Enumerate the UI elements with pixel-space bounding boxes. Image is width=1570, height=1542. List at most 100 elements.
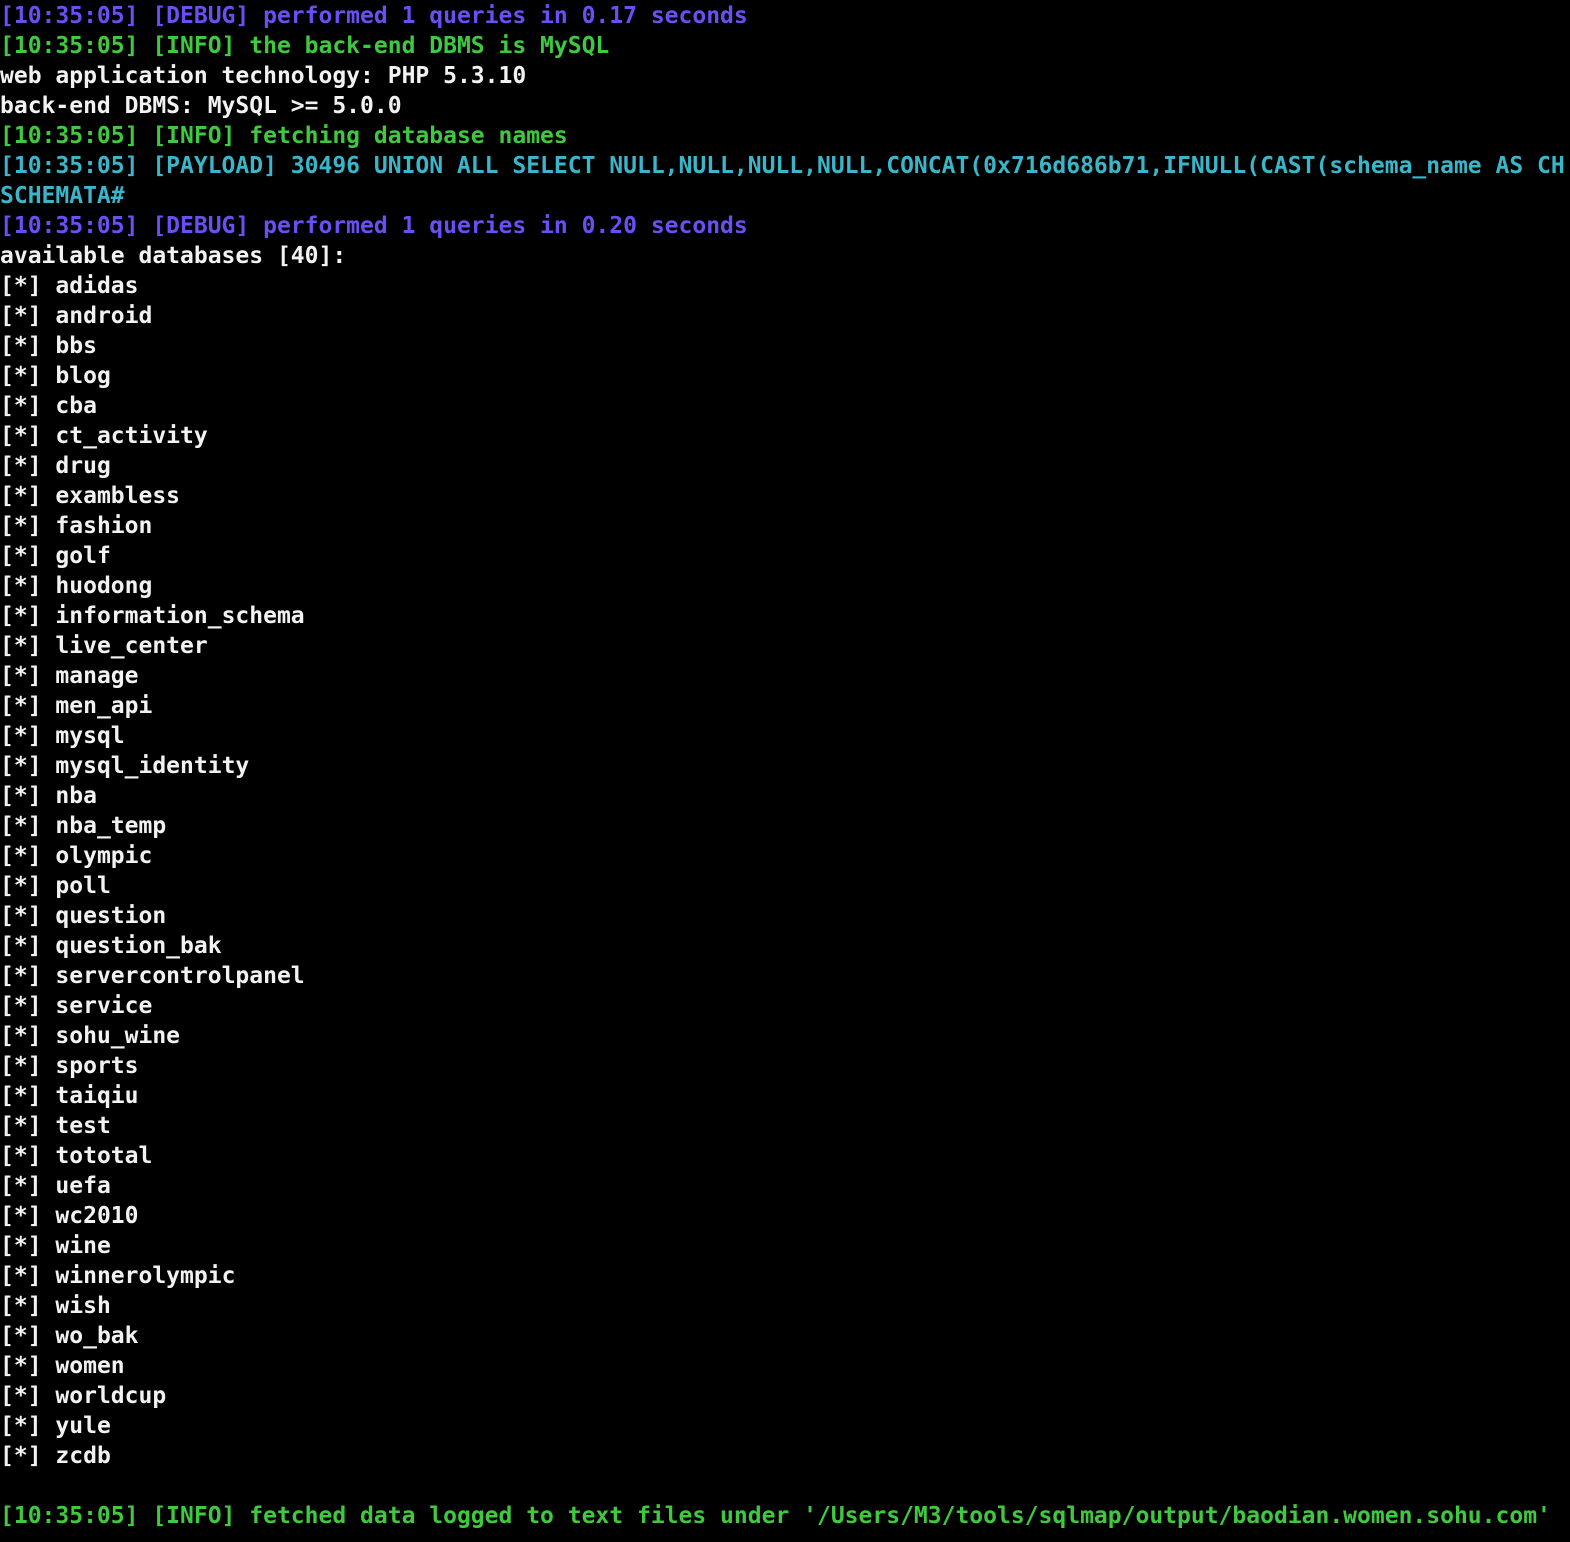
database-name: android	[55, 303, 153, 329]
bullet-marker: [*]	[0, 483, 42, 509]
database-name: nba	[55, 783, 97, 809]
database-name: uefa	[55, 1173, 111, 1199]
database-list-item: [*] question_bak	[0, 931, 1570, 961]
bullet-marker: [*]	[0, 1293, 42, 1319]
bullet-marker: [*]	[0, 813, 42, 839]
database-name: mysql	[55, 723, 125, 749]
database-name: exambless	[55, 483, 181, 509]
database-list-item: [*] olympic	[0, 841, 1570, 871]
database-name: service	[55, 993, 153, 1019]
database-list-item: [*] live_center	[0, 631, 1570, 661]
bullet-marker: [*]	[0, 1173, 42, 1199]
database-name: wo_bak	[55, 1323, 139, 1349]
database-name: sohu_wine	[55, 1023, 181, 1049]
database-list-item: [*] ct_activity	[0, 421, 1570, 451]
database-name: servercontrolpanel	[55, 963, 305, 989]
bullet-marker: [*]	[0, 633, 42, 659]
bullet-marker: [*]	[0, 963, 42, 989]
database-name: live_center	[55, 633, 208, 659]
database-name: adidas	[55, 273, 139, 299]
database-list-item: [*] android	[0, 301, 1570, 331]
log-lines-before: [10:35:05] [DEBUG] performed 1 queries i…	[0, 1, 1570, 271]
log-line-payload: SCHEMATA#	[0, 183, 125, 209]
database-list-item: [*] wc2010	[0, 1201, 1570, 1231]
terminal-output[interactable]: [10:35:05] [DEBUG] performed 1 queries i…	[0, 0, 1570, 1542]
database-list-item: [*] wine	[0, 1231, 1570, 1261]
bullet-marker: [*]	[0, 993, 42, 1019]
log-line-debug: [10:35:05] [DEBUG] performed 1 queries i…	[0, 3, 748, 29]
database-list-item: [*] manage	[0, 661, 1570, 691]
bullet-marker: [*]	[0, 1023, 42, 1049]
database-list-item: [*] sports	[0, 1051, 1570, 1081]
database-list-item: [*] exambless	[0, 481, 1570, 511]
bullet-marker: [*]	[0, 663, 42, 689]
database-name: nba_temp	[55, 813, 167, 839]
database-list-item: [*] mysql	[0, 721, 1570, 751]
database-name: worldcup	[55, 1383, 167, 1409]
database-list-item: [*] cba	[0, 391, 1570, 421]
bullet-marker: [*]	[0, 543, 42, 569]
database-list-item: [*] fashion	[0, 511, 1570, 541]
log-lines-after: [10:35:05] [INFO] fetched data logged to…	[0, 1501, 1570, 1531]
database-name: sports	[55, 1053, 139, 1079]
database-name: bbs	[55, 333, 97, 359]
database-list-item: [*] servercontrolpanel	[0, 961, 1570, 991]
database-list-item: [*] sohu_wine	[0, 1021, 1570, 1051]
database-name: zcdb	[55, 1443, 111, 1469]
database-list-item: [*] zcdb	[0, 1441, 1570, 1471]
database-list-item: [*] huodong	[0, 571, 1570, 601]
database-name: wish	[55, 1293, 111, 1319]
database-name: men_api	[55, 693, 153, 719]
database-list: [*] adidas [*] android [*] bbs [*] blog [*] …	[0, 271, 1570, 1471]
database-list-item: [*] question	[0, 901, 1570, 931]
database-list-item: [*] drug	[0, 451, 1570, 481]
database-list-item: [*] information_schema	[0, 601, 1570, 631]
database-list-item: [*] poll	[0, 871, 1570, 901]
database-name: wc2010	[55, 1203, 139, 1229]
log-line-info: [10:35:05] [INFO] fetching database name…	[0, 123, 568, 149]
database-list-item: [*] bbs	[0, 331, 1570, 361]
database-list-item: [*] uefa	[0, 1171, 1570, 1201]
database-list-item: [*] nba	[0, 781, 1570, 811]
bullet-marker: [*]	[0, 423, 42, 449]
database-list-item: [*] blog	[0, 361, 1570, 391]
bullet-marker: [*]	[0, 1203, 42, 1229]
log-line-plain: back-end DBMS: MySQL >= 5.0.0	[0, 93, 402, 119]
database-name: fashion	[55, 513, 153, 539]
database-list-item: [*] tototal	[0, 1141, 1570, 1171]
bullet-marker: [*]	[0, 843, 42, 869]
database-list-item: [*] winnerolympic	[0, 1261, 1570, 1291]
bullet-marker: [*]	[0, 753, 42, 779]
database-list-item: [*] mysql_identity	[0, 751, 1570, 781]
database-name: drug	[55, 453, 111, 479]
bullet-marker: [*]	[0, 723, 42, 749]
database-list-item: [*] wish	[0, 1291, 1570, 1321]
database-list-item: [*] worldcup	[0, 1381, 1570, 1411]
bullet-marker: [*]	[0, 393, 42, 419]
bullet-marker: [*]	[0, 1263, 42, 1289]
database-name: wine	[55, 1233, 111, 1259]
database-name: taiqiu	[55, 1083, 139, 1109]
database-list-item: [*] test	[0, 1111, 1570, 1141]
bullet-marker: [*]	[0, 693, 42, 719]
database-list-item: [*] adidas	[0, 271, 1570, 301]
log-line-debug: [10:35:05] [DEBUG] performed 1 queries i…	[0, 213, 748, 239]
database-name: women	[55, 1353, 125, 1379]
bullet-marker: [*]	[0, 1113, 42, 1139]
bullet-marker: [*]	[0, 783, 42, 809]
database-name: information_schema	[55, 603, 305, 629]
database-name: manage	[55, 663, 139, 689]
database-name: test	[55, 1113, 111, 1139]
bullet-marker: [*]	[0, 1323, 42, 1349]
database-list-item: [*] service	[0, 991, 1570, 1021]
database-name: ct_activity	[55, 423, 208, 449]
bullet-marker: [*]	[0, 513, 42, 539]
database-name: poll	[55, 873, 111, 899]
bullet-marker: [*]	[0, 903, 42, 929]
bullet-marker: [*]	[0, 453, 42, 479]
bullet-marker: [*]	[0, 1383, 42, 1409]
database-list-item: [*] women	[0, 1351, 1570, 1381]
database-name: tototal	[55, 1143, 153, 1169]
database-name: winnerolympic	[55, 1263, 236, 1289]
